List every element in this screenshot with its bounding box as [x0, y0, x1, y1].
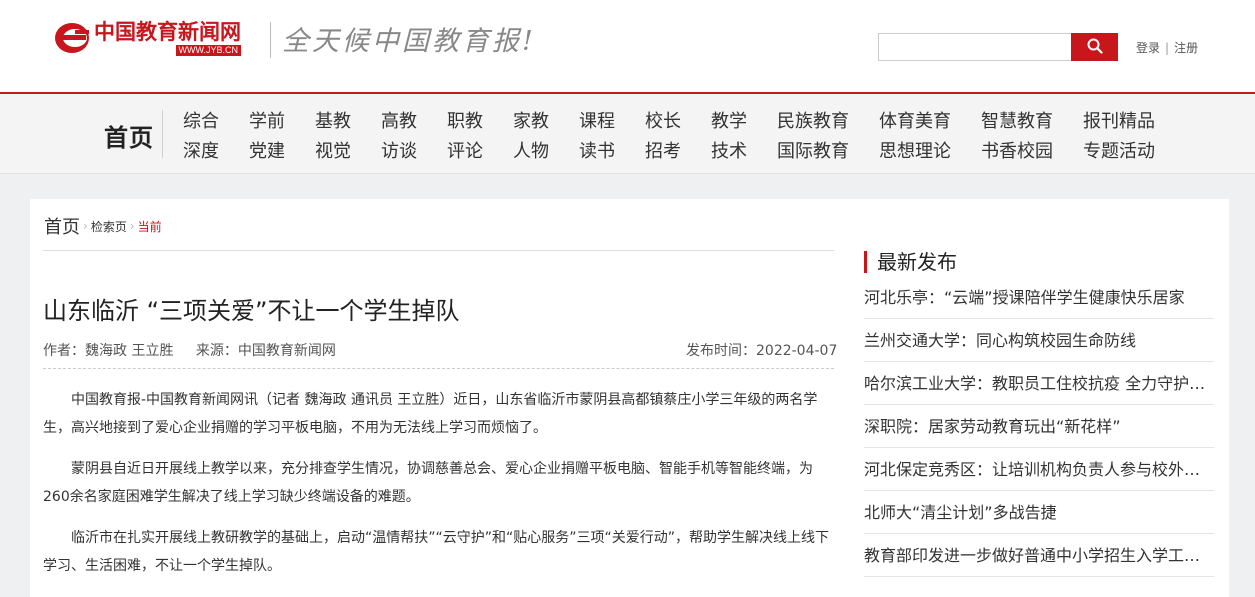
auth-links: 登录 | 注册 [1136, 39, 1198, 56]
breadcrumb-home[interactable]: 首页 [44, 213, 80, 239]
nav-item[interactable]: 校长 [645, 107, 681, 133]
login-link[interactable]: 登录 [1136, 41, 1160, 55]
article-author: 作者：魏海政 王立胜 [43, 343, 174, 359]
nav-item[interactable]: 高教 [381, 107, 417, 133]
breadcrumb-divider [43, 250, 834, 251]
latest-item[interactable]: 兰州交通大学：同心构筑校园生命防线 [864, 319, 1214, 362]
latest-item[interactable]: 河北保定竞秀区：让培训机构负责人参与校外培训治理 [864, 448, 1214, 491]
auth-separator: | [1165, 41, 1170, 55]
nav-item[interactable]: 民族教育 [777, 107, 849, 133]
nav-item[interactable]: 专题活动 [1083, 137, 1155, 163]
nav-item[interactable]: 智慧教育 [981, 107, 1053, 133]
logo-mark-icon [54, 20, 90, 56]
nav-item[interactable]: 教学 [711, 107, 747, 133]
breadcrumb: 首页 › 检索页 › 当前 [44, 213, 162, 239]
nav-item[interactable]: 招考 [645, 137, 681, 163]
article-title: 山东临沂 “三项关爱”不让一个学生掉队 [43, 297, 460, 325]
latest-item[interactable]: 北师大“清尘计划”多战告捷 [864, 491, 1214, 534]
meta-divider [43, 368, 834, 369]
chevron-right-icon: › [129, 219, 135, 233]
search-input[interactable] [878, 33, 1072, 61]
nav-item[interactable]: 报刊精品 [1083, 107, 1155, 133]
latest-item[interactable]: 教育部印发进一步做好普通中小学招生入学工作的通知 [864, 534, 1214, 577]
nav-item[interactable]: 书香校园 [981, 137, 1053, 163]
nav-item[interactable]: 综合 [183, 107, 219, 133]
latest-list: 河北乐亭：“云端”授课陪伴学生健康快乐居家 兰州交通大学：同心构筑校园生命防线 哈尔… [864, 276, 1214, 577]
nav-item[interactable]: 学前 [249, 107, 285, 133]
nav-item[interactable]: 人物 [513, 137, 549, 163]
site-slogan: 全天候中国教育报! [282, 26, 536, 57]
nav-item[interactable]: 深度 [183, 137, 219, 163]
chevron-right-icon: › [83, 219, 88, 233]
logo-divider [270, 22, 271, 58]
nav-item[interactable]: 国际教育 [777, 137, 849, 163]
nav-home[interactable]: 首页 [104, 118, 154, 153]
latest-item[interactable]: 哈尔滨工业大学：教职员工住校抗疫 全力守护学生 [864, 362, 1214, 405]
nav-item[interactable]: 技术 [711, 137, 747, 163]
nav-item[interactable]: 视觉 [315, 137, 351, 163]
nav-item[interactable]: 课程 [579, 107, 615, 133]
nav-divider [162, 110, 163, 158]
nav-item[interactable]: 评论 [447, 137, 483, 163]
register-link[interactable]: 注册 [1174, 41, 1198, 55]
latest-item[interactable]: 深职院：居家劳动教育玩出“新花样” [864, 405, 1214, 448]
logo-url: WWW.JYB.CN [175, 45, 241, 56]
nav-item[interactable]: 体育美育 [879, 107, 951, 133]
article-meta: 作者：魏海政 王立胜 来源：中国教育新闻网 [43, 340, 336, 360]
search-icon [1087, 38, 1103, 57]
site-logo[interactable]: 中国教育新闻网 WWW.JYB.CN [54, 18, 241, 58]
nav-item[interactable]: 党建 [249, 137, 285, 163]
nav-item[interactable]: 家教 [513, 107, 549, 133]
nav-item[interactable]: 访谈 [381, 137, 417, 163]
article-pubtime: 发布时间：2022-04-07 [686, 343, 838, 359]
logo-text: 中国教育新闻网 [94, 19, 241, 44]
site-header: 中国教育新闻网 WWW.JYB.CN 全天候中国教育报! 登录 | 注册 [0, 0, 1255, 92]
nav-item[interactable]: 职教 [447, 107, 483, 133]
nav-item[interactable]: 读书 [579, 137, 615, 163]
main-nav: 首页 综合 学前 基教 高教 职教 家教 课程 校长 教学 民族教育 体育美育 智慧教育 报刊精品深度 党… [0, 94, 1255, 174]
article-paragraph: 蒙阴县自近日开展线上教学以来，充分排查学生情况，协调慈善总会、爱心企业捐赠平板电… [43, 461, 813, 505]
article-paragraph: 临沂市在扎实开展线上教研教学的基础上，启动“温情帮扶”“云守护”和“贴心服务”三… [43, 530, 830, 574]
main-content: 首页 › 检索页 › 当前 山东临沂 “三项关爱”不让一个学生掉队 作者：魏海政… [30, 199, 1229, 597]
article-paragraph: 中国教育报-中国教育新闻网讯（记者 魏海政 通讯员 王立胜）近日，山东省临沂市蒙… [43, 392, 818, 436]
latest-item[interactable]: 河北乐亭：“云端”授课陪伴学生健康快乐居家 [864, 276, 1214, 319]
article-source: 来源：中国教育新闻网 [195, 343, 336, 359]
latest-title: 最新发布 [864, 251, 957, 273]
breadcrumb-current: 当前 [137, 219, 162, 234]
nav-item[interactable]: 基教 [315, 107, 351, 133]
nav-item[interactable]: 思想理论 [879, 137, 951, 163]
breadcrumb-search[interactable]: 检索页 [91, 218, 127, 235]
search-button[interactable] [1071, 33, 1118, 61]
